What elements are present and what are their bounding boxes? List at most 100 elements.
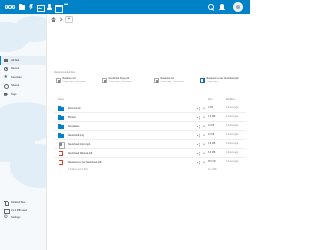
file-name[interactable]: Nextcloud intro.mp4 [68,143,90,146]
file-size: 13 KB [208,125,215,127]
doc-icon [154,78,159,83]
file-modified: 2 hours ago [226,107,239,109]
folder-icon [58,124,64,129]
column-header-size[interactable]: Size [208,99,212,101]
chevron-right-icon [58,17,63,22]
table-row[interactable]: Nextcloud intro.mp4 ••• 3.8 MB 2 hours a… [54,140,246,149]
table-summary: 3 folders and 4 files [68,169,88,171]
file-name[interactable]: Templates [68,125,79,128]
activity-app-icon[interactable] [28,4,34,10]
file-size: 957 KB [208,161,216,163]
share-icon[interactable] [197,161,200,164]
sidebar-item-settings[interactable]: Settings [0,214,46,222]
column-header-modified[interactable]: Modified [226,99,235,101]
share-icon[interactable] [197,134,200,137]
share-icon[interactable] [197,116,200,119]
nextcloud-logo[interactable] [5,3,15,11]
recommended-file[interactable]: Nextcloud Flyer.pdf 2 hours ago · Docume… [102,77,140,88]
sidebar-item-favorites[interactable]: Favorites [0,73,46,82]
share-icon[interactable] [197,125,200,128]
file-name[interactable]: Documents [68,107,81,110]
table-row[interactable]: Documents ••• 0 KB 2 hours ago [54,104,246,113]
gallery-app-icon[interactable] [37,4,45,12]
notifications-icon[interactable] [219,4,225,10]
share-icon [4,84,9,90]
table-row[interactable]: Photos ••• 4.9 MB 2 hours ago [54,113,246,122]
more-options-icon[interactable]: ••• [203,124,205,128]
file-modified: 2 hours ago [226,143,239,145]
sidebar-item-tags[interactable]: Tags [0,90,46,99]
storage-icon [4,208,10,214]
breadcrumb: + [48,14,73,25]
doc-icon [58,142,65,149]
file-size: 3.8 MB [208,143,216,145]
main-content: + Recommended files Readme.md 2 hours ag… [48,14,250,250]
file-name[interactable]: Photos [68,116,76,119]
sidebar-item-all-files[interactable]: All files [0,56,46,65]
recommended-file[interactable]: Reasons to use Nextcloud.pdf 2 hours ago [200,77,246,88]
recommended-file[interactable]: Readme.md 2 hours ago · Documents [56,77,94,88]
more-options-icon[interactable]: ••• [203,115,205,119]
table-row[interactable]: Nextcloud Manual.pdf ••• 6.8 MB 2 hours … [54,149,246,158]
sidebar-item-label: Deleted files [11,201,26,205]
sidebar-item-label: Settings [11,216,21,220]
file-size: 43 KB [208,134,215,136]
table-row[interactable]: Templates ••• 13 KB 2 hours ago [54,122,246,131]
sidebar-item-label: Shares [11,84,20,88]
contacts-app-icon[interactable] [46,4,52,10]
file-modified: 2 hours ago [226,152,239,154]
more-options-icon[interactable]: ••• [203,151,205,155]
doc-icon [56,78,61,83]
share-icon[interactable] [197,152,200,155]
share-icon[interactable] [197,107,200,110]
sidebar-item-deleted-files[interactable]: Deleted files [0,199,46,207]
file-name[interactable]: Nextcloud.png [68,134,84,137]
recommendations-title: Recommended files [54,71,76,74]
column-header-name[interactable]: Name [58,99,64,101]
recommended-file-info: 2 hours ago · Documents [160,80,184,83]
share-icon[interactable] [197,143,200,146]
file-modified: 2 hours ago [226,134,239,136]
sidebar-item-label: Recent [11,67,20,71]
table-row[interactable]: Nextcloud.png ••• 43 KB 2 hours ago [54,131,246,140]
sidebar-item-label: All files [11,58,20,62]
search-icon[interactable] [208,4,214,10]
home-icon[interactable] [51,17,56,22]
pdf-icon [58,160,64,165]
doc-icon [102,78,107,83]
recommended-file[interactable]: Reasons.md 2 hours ago · Documents [154,77,192,88]
folder-icon [58,115,64,120]
recommended-file-info: 2 hours ago · Documents [108,80,132,83]
table-row[interactable]: Reasons to use Nextcloud.pdf ••• 957 KB … [54,158,246,167]
more-options-icon[interactable]: ••• [203,106,205,110]
sidebar-item-shares[interactable]: Shares [0,82,46,91]
more-options-icon[interactable]: ••• [203,133,205,137]
folder-icon [58,106,64,111]
file-name[interactable]: Nextcloud Manual.pdf [68,152,92,155]
calendar-app-icon[interactable] [55,4,63,13]
pdf-icon [58,151,64,156]
cloud-decoration [14,16,46,42]
recommended-file-info: 2 hours ago [206,80,218,83]
user-avatar[interactable] [233,2,243,12]
more-options-icon[interactable]: ••• [203,142,205,146]
folder-icon [58,133,64,138]
more-apps-icon[interactable] [64,2,70,12]
header-bar [0,0,250,14]
trash-icon [4,201,10,206]
sidebar-item-label: 21.4 MB used [11,208,28,212]
files-app-icon[interactable] [19,4,25,10]
more-options-icon[interactable]: ••• [203,160,205,164]
file-name[interactable]: Reasons to use Nextcloud.pdf [68,161,101,164]
new-button[interactable]: + [65,16,73,23]
sidebar-item-recent[interactable]: Recent [0,65,46,74]
clock-icon [4,66,8,71]
blue-doc-icon [200,78,205,83]
star-icon [4,74,8,80]
sidebar-footer: Deleted files 21.4 MB used Settings [0,199,46,222]
file-table-header: Name Size Modified [54,96,246,104]
file-size: 4.9 MB [208,116,216,118]
folder-icon [4,58,8,63]
sidebar-nav: All files Recent Favorites Shares Tags [0,56,46,99]
file-modified: 2 hours ago [226,161,239,163]
